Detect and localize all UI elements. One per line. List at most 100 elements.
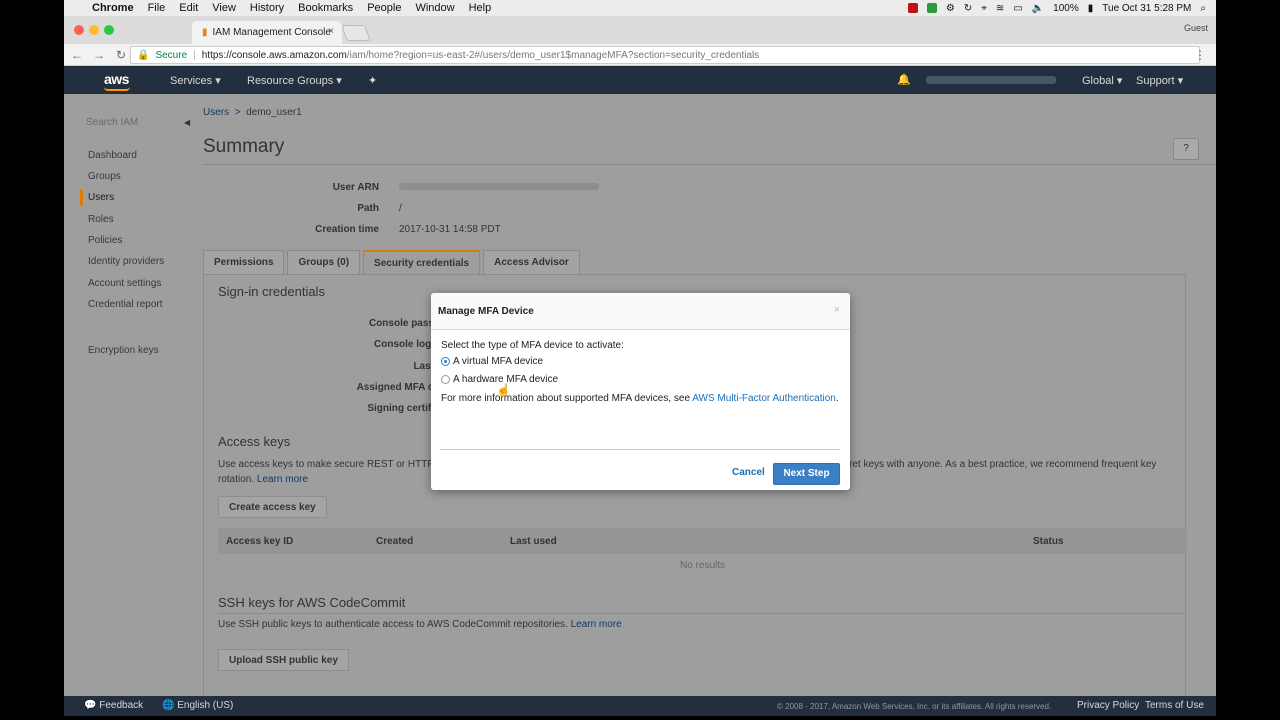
- breadcrumb: Users > demo_user1: [203, 107, 302, 118]
- clock[interactable]: Tue Oct 31 5:28 PM: [1102, 3, 1191, 14]
- forward-arrow-icon[interactable]: →: [90, 48, 108, 62]
- user-tabs: Permissions Groups (0) Security credenti…: [203, 250, 583, 274]
- battery-icon[interactable]: ▮: [1088, 3, 1094, 14]
- breadcrumb-users-link[interactable]: Users: [203, 107, 229, 118]
- region-menu[interactable]: Global ▾: [1082, 74, 1122, 87]
- window-zoom-button[interactable]: [104, 25, 114, 35]
- sidebar-item-policies[interactable]: Policies: [88, 235, 122, 246]
- services-menu[interactable]: Services ▾: [170, 74, 221, 87]
- info-period: .: [835, 393, 839, 404]
- shield-icon[interactable]: [926, 3, 937, 13]
- help-button[interactable]: ?: [1173, 138, 1199, 160]
- console-password-label: Console pass: [368, 318, 434, 329]
- window-close-button[interactable]: [74, 25, 84, 35]
- tab-security-credentials[interactable]: Security credentials: [363, 250, 481, 274]
- sidebar-item-groups[interactable]: Groups: [88, 171, 121, 182]
- privacy-policy-link[interactable]: Privacy Policy: [1077, 700, 1139, 711]
- guest-profile[interactable]: Guest: [1184, 23, 1208, 33]
- feedback-link[interactable]: 💬 Feedback: [84, 700, 143, 711]
- cancel-button[interactable]: Cancel: [732, 467, 765, 478]
- upload-ssh-key-button[interactable]: Upload SSH public key: [218, 649, 349, 671]
- spotlight-search-icon[interactable]: ⌕: [1200, 3, 1206, 14]
- sync-icon[interactable]: ↻: [964, 3, 972, 14]
- next-step-button[interactable]: Next Step: [773, 463, 840, 485]
- sidebar-item-identity-providers[interactable]: Identity providers: [88, 256, 164, 267]
- modal-title: Manage MFA Device: [438, 306, 534, 317]
- browser-tab-iam[interactable]: ▮ IAM Management Console ×: [192, 21, 342, 44]
- secure-label: Secure: [155, 49, 188, 61]
- app-status-icon[interactable]: [907, 3, 918, 13]
- console-login-label: Console logi: [374, 339, 434, 350]
- aws-logo[interactable]: aws: [104, 71, 130, 91]
- bell-icon[interactable]: 🔔: [897, 73, 911, 86]
- browser-menu-icon[interactable]: ⋮: [1194, 48, 1206, 62]
- sidebar-item-users[interactable]: Users: [88, 192, 114, 203]
- sidebar-item-account-settings[interactable]: Account settings: [88, 278, 161, 289]
- menu-file[interactable]: File: [148, 2, 166, 14]
- account-name-blurred[interactable]: [926, 76, 1056, 84]
- sidebar-item-encryption-keys[interactable]: Encryption keys: [88, 345, 159, 356]
- menu-window[interactable]: Window: [415, 2, 454, 14]
- sidebar-item-roles[interactable]: Roles: [88, 214, 114, 225]
- favicon-icon: ▮: [202, 27, 208, 38]
- virtual-mfa-label[interactable]: A virtual MFA device: [453, 356, 543, 367]
- airplay-icon[interactable]: ▭: [1013, 3, 1022, 14]
- tool-icon[interactable]: ⚙: [946, 3, 955, 14]
- manage-mfa-modal: Manage MFA Device × Select the type of M…: [431, 293, 850, 490]
- menu-edit[interactable]: Edit: [179, 2, 198, 14]
- menu-people[interactable]: People: [367, 2, 401, 14]
- wifi-icon[interactable]: ≋: [996, 3, 1004, 14]
- resource-groups-menu[interactable]: Resource Groups ▾: [247, 74, 342, 87]
- menu-history[interactable]: History: [250, 2, 284, 14]
- iam-sidebar: Search IAM ◀ Dashboard Groups Users Role…: [64, 94, 199, 696]
- tab-close-icon[interactable]: ×: [328, 26, 334, 37]
- aws-top-nav: aws Services ▾ Resource Groups ▾ ✦ 🔔 Glo…: [64, 66, 1216, 94]
- address-bar[interactable]: 🔒 Secure | https://console.aws.amazon.co…: [130, 46, 1200, 64]
- learn-more-link[interactable]: Learn more: [571, 619, 622, 630]
- browser-toolbar: ← → ↻ 🔒 Secure | https://console.aws.ama…: [64, 44, 1216, 66]
- tab-permissions[interactable]: Permissions: [203, 250, 285, 274]
- language-selector[interactable]: 🌐 English (US): [162, 700, 233, 711]
- window-minimize-button[interactable]: [89, 25, 99, 35]
- airdrop-icon[interactable]: ⌖: [981, 3, 987, 14]
- language-label: English (US): [177, 700, 234, 711]
- support-menu[interactable]: Support ▾: [1136, 74, 1183, 87]
- create-access-key-button[interactable]: Create access key: [218, 496, 327, 518]
- user-arn-value-blurred: [399, 182, 599, 193]
- aws-mfa-link[interactable]: AWS Multi-Factor Authentication: [692, 393, 836, 404]
- sidebar-item-credential-report[interactable]: Credential report: [88, 299, 162, 310]
- close-icon[interactable]: ×: [834, 304, 840, 316]
- radio-button-virtual[interactable]: [441, 357, 450, 366]
- volume-icon[interactable]: 🔈: [1032, 3, 1044, 14]
- back-arrow-icon[interactable]: ←: [68, 48, 86, 62]
- terms-of-use-link[interactable]: Terms of Use: [1145, 700, 1204, 711]
- ssh-description: Use SSH public keys to authenticate acce…: [218, 617, 622, 632]
- column-created[interactable]: Created: [376, 536, 413, 547]
- column-access-key-id[interactable]: Access key ID: [226, 536, 293, 547]
- sidebar-search-input[interactable]: Search IAM: [80, 112, 186, 134]
- tab-access-advisor[interactable]: Access Advisor: [483, 250, 580, 274]
- menu-view[interactable]: View: [212, 2, 236, 14]
- tab-groups[interactable]: Groups (0): [287, 250, 361, 274]
- virtual-mfa-option[interactable]: A virtual MFA device: [441, 356, 543, 367]
- menu-bookmarks[interactable]: Bookmarks: [298, 2, 353, 14]
- services-label: Services: [170, 75, 213, 87]
- reload-icon[interactable]: ↻: [112, 48, 130, 62]
- info-text: For more information about supported MFA…: [441, 393, 691, 404]
- menu-help[interactable]: Help: [469, 2, 492, 14]
- browser-tab-bar: ▮ IAM Management Console × Guest: [64, 16, 1216, 44]
- sidebar-item-dashboard[interactable]: Dashboard: [88, 150, 137, 161]
- speech-bubble-icon: 💬: [84, 700, 97, 711]
- chevron-down-icon: ▾: [336, 75, 342, 87]
- collapse-sidebar-icon[interactable]: ◀: [184, 118, 190, 127]
- new-tab-button[interactable]: [341, 25, 371, 41]
- letterbox-left: [0, 0, 64, 720]
- learn-more-link[interactable]: Learn more: [257, 474, 308, 485]
- pin-icon[interactable]: ✦: [368, 74, 377, 87]
- aws-logo-text: aws: [104, 71, 129, 87]
- menu-app-name[interactable]: Chrome: [92, 2, 134, 14]
- creation-time-value: 2017-10-31 14:58 PDT: [399, 224, 501, 235]
- radio-button-hardware[interactable]: [441, 375, 450, 384]
- column-status[interactable]: Status: [1033, 536, 1064, 547]
- column-last-used[interactable]: Last used: [510, 536, 557, 547]
